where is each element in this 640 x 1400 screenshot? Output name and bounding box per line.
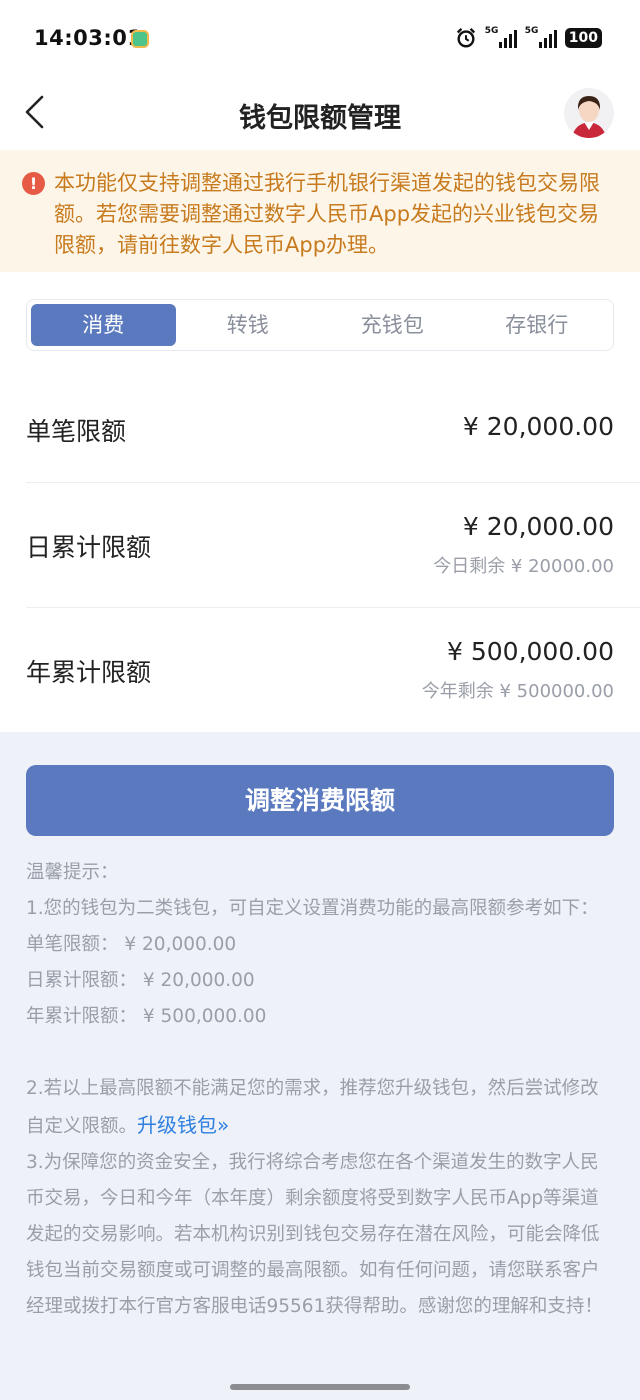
tips-daily-limit: 日累计限额： ¥ 20,000.00 xyxy=(26,970,255,991)
tab-transfer[interactable]: 转钱 xyxy=(176,304,321,346)
tips-single-limit: 单笔限额： ¥ 20,000.00 xyxy=(26,934,237,955)
single-limit-value: ¥ 20,000.00 xyxy=(462,412,614,441)
nav-bar: 钱包限额管理 xyxy=(0,78,640,150)
limits-card: 消费 转钱 充钱包 存银行 单笔限额 ¥ 20,000.00 日累计限额 ¥ 2… xyxy=(0,272,640,732)
tips-spacer xyxy=(26,1035,616,1071)
adjust-limit-button[interactable]: 调整消费限额 xyxy=(26,765,614,836)
yearly-limit-value: ¥ 500,000.00 xyxy=(447,637,614,666)
single-limit-label: 单笔限额 xyxy=(26,417,127,446)
alarm-icon xyxy=(456,27,475,48)
tips-section: 温馨提示： 1.您的钱包为二类钱包，可自定义设置消费功能的最高限额参考如下： 单… xyxy=(26,855,616,1325)
status-time: 14:03:01 xyxy=(34,26,143,50)
tips-item-3: 3.为保障您的资金安全，我行将综合考虑您在各个渠道发生的数字人民币交易，今日和今… xyxy=(26,1152,603,1317)
tips-item-2-text: 2.若以上最高限额不能满足您的需求，推荐您升级钱包，然后尝试修改自定义限额。 xyxy=(26,1078,599,1137)
divider xyxy=(26,607,640,608)
tips-item-1: 1.您的钱包为二类钱包，可自定义设置消费功能的最高限额参考如下： xyxy=(26,898,599,919)
single-limit-row: 单笔限额 ¥ 20,000.00 xyxy=(26,412,614,452)
battery-indicator: 100 xyxy=(564,28,602,48)
tips-title: 温馨提示： xyxy=(26,862,119,883)
signal-icon: 5G xyxy=(485,26,517,48)
home-indicator[interactable] xyxy=(230,1384,410,1390)
app-notification-icon xyxy=(131,30,149,48)
assistant-avatar[interactable] xyxy=(564,88,614,138)
tips-item-2: 2.若以上最高限额不能满足您的需求，推荐您升级钱包，然后尝试修改自定义限额。升级… xyxy=(26,1071,616,1145)
notice-text: 本功能仅支持调整通过我行手机银行渠道发起的钱包交易限额。若您需要调整通过数字人民… xyxy=(54,171,600,257)
tips-yearly-limit: 年累计限额： ¥ 500,000.00 xyxy=(26,1006,267,1027)
daily-limit-row: 日累计限额 ¥ 20,000.00 今日剩余 ¥ 20000.00 xyxy=(26,512,614,582)
daily-limit-label: 日累计限额 xyxy=(26,533,152,562)
yearly-limit-row: 年累计限额 ¥ 500,000.00 今年剩余 ¥ 500000.00 xyxy=(26,637,614,707)
status-icons: 5G 5G 100 xyxy=(455,26,602,49)
tab-deposit-bank[interactable]: 存银行 xyxy=(465,304,610,346)
warning-icon: ! xyxy=(22,172,45,195)
status-bar: 14:03:01 5G 5G 100 xyxy=(0,0,640,78)
tab-top-up-wallet[interactable]: 充钱包 xyxy=(320,304,465,346)
daily-limit-value: ¥ 20,000.00 xyxy=(462,512,614,541)
tab-consume[interactable]: 消费 xyxy=(31,304,176,346)
upgrade-wallet-link[interactable]: 升级钱包» xyxy=(137,1113,229,1137)
notice-banner: ! 本功能仅支持调整通过我行手机银行渠道发起的钱包交易限额。若您需要调整通过数字… xyxy=(0,150,640,272)
divider xyxy=(26,482,640,483)
yearly-remaining: 今年剩余 ¥ 500000.00 xyxy=(421,681,614,702)
daily-remaining: 今日剩余 ¥ 20000.00 xyxy=(433,556,614,577)
limit-type-tabs: 消费 转钱 充钱包 存银行 xyxy=(26,299,614,351)
signal-icon-2: 5G xyxy=(525,26,557,48)
yearly-limit-label: 年累计限额 xyxy=(26,658,152,687)
page-title: 钱包限额管理 xyxy=(239,103,401,134)
